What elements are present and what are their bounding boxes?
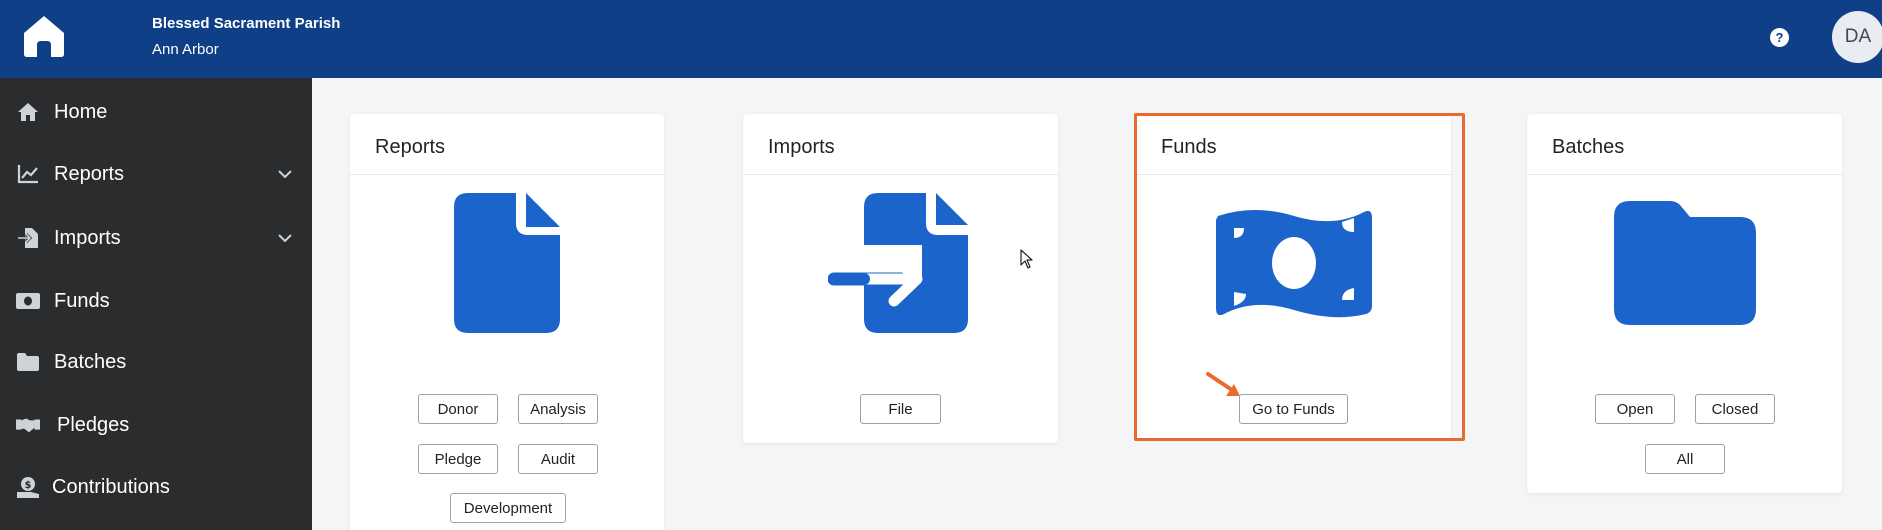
folder-icon — [16, 350, 40, 374]
all-batches-button[interactable]: All — [1645, 444, 1725, 474]
mouse-cursor-icon — [1020, 249, 1033, 269]
file-import-icon — [828, 193, 968, 333]
parish-city: Ann Arbor — [152, 41, 219, 58]
handshake-icon — [16, 413, 40, 437]
sidebar-item-contributions[interactable]: $ Contributions — [0, 461, 312, 513]
money-bill-icon — [1216, 210, 1372, 318]
batches-card: Batches Open Closed All — [1527, 114, 1842, 493]
card-divider — [1527, 174, 1842, 175]
chevron-down-icon[interactable] — [276, 229, 294, 247]
sidebar-item-label: Contributions — [52, 475, 170, 498]
audit-report-button[interactable]: Audit — [518, 444, 598, 474]
home-logo-icon[interactable] — [22, 14, 66, 58]
sidebar: Home Reports Imports Funds Batches Pledg… — [0, 78, 312, 530]
sidebar-item-label: Home — [54, 100, 108, 123]
card-divider — [743, 174, 1058, 175]
card-title: Funds — [1161, 136, 1217, 158]
card-title: Imports — [768, 136, 835, 158]
sidebar-item-label: Reports — [54, 162, 125, 185]
file-import-icon — [16, 226, 40, 250]
card-title: Reports — [375, 136, 446, 158]
sidebar-item-label: Funds — [54, 289, 110, 312]
imports-card: Imports File — [743, 114, 1058, 443]
sidebar-item-batches[interactable]: Batches — [0, 336, 312, 388]
sidebar-item-reports[interactable]: Reports — [0, 148, 312, 200]
go-to-funds-button[interactable]: Go to Funds — [1239, 394, 1348, 424]
closed-batches-button[interactable]: Closed — [1695, 394, 1775, 424]
sidebar-item-home[interactable]: Home — [0, 86, 312, 138]
analysis-report-button[interactable]: Analysis — [518, 394, 598, 424]
sidebar-item-pledges[interactable]: Pledges — [0, 399, 312, 451]
sidebar-item-imports[interactable]: Imports — [0, 212, 312, 264]
donor-report-button[interactable]: Donor — [418, 394, 498, 424]
chart-line-icon — [16, 162, 40, 186]
file-import-button[interactable]: File — [860, 394, 941, 424]
card-title: Batches — [1552, 136, 1625, 158]
top-bar: Blessed Sacrament Parish Ann Arbor ? DA — [0, 0, 1882, 78]
card-divider — [1136, 174, 1451, 175]
funds-card: Funds Go to Funds — [1136, 114, 1451, 439]
card-divider — [350, 174, 664, 175]
hand-holding-dollar-icon: $ — [16, 475, 40, 499]
sidebar-item-label: Imports — [54, 226, 121, 249]
sidebar-item-label: Pledges — [57, 413, 130, 436]
reports-card: Reports Donor Analysis Pledge Audit Deve… — [350, 114, 664, 530]
parish-name: Blessed Sacrament Parish — [152, 15, 341, 32]
sidebar-item-funds[interactable]: Funds — [0, 275, 312, 327]
folder-icon — [1614, 201, 1756, 325]
open-batches-button[interactable]: Open — [1595, 394, 1675, 424]
sidebar-item-label: Batches — [54, 350, 127, 373]
money-bill-icon — [16, 289, 40, 313]
development-report-button[interactable]: Development — [450, 493, 566, 523]
pledge-report-button[interactable]: Pledge — [418, 444, 498, 474]
help-icon[interactable]: ? — [1770, 28, 1789, 47]
chevron-down-icon[interactable] — [276, 165, 294, 183]
home-icon — [16, 100, 40, 124]
svg-text:$: $ — [25, 480, 32, 491]
avatar[interactable]: DA — [1832, 11, 1882, 63]
file-icon — [454, 193, 560, 333]
